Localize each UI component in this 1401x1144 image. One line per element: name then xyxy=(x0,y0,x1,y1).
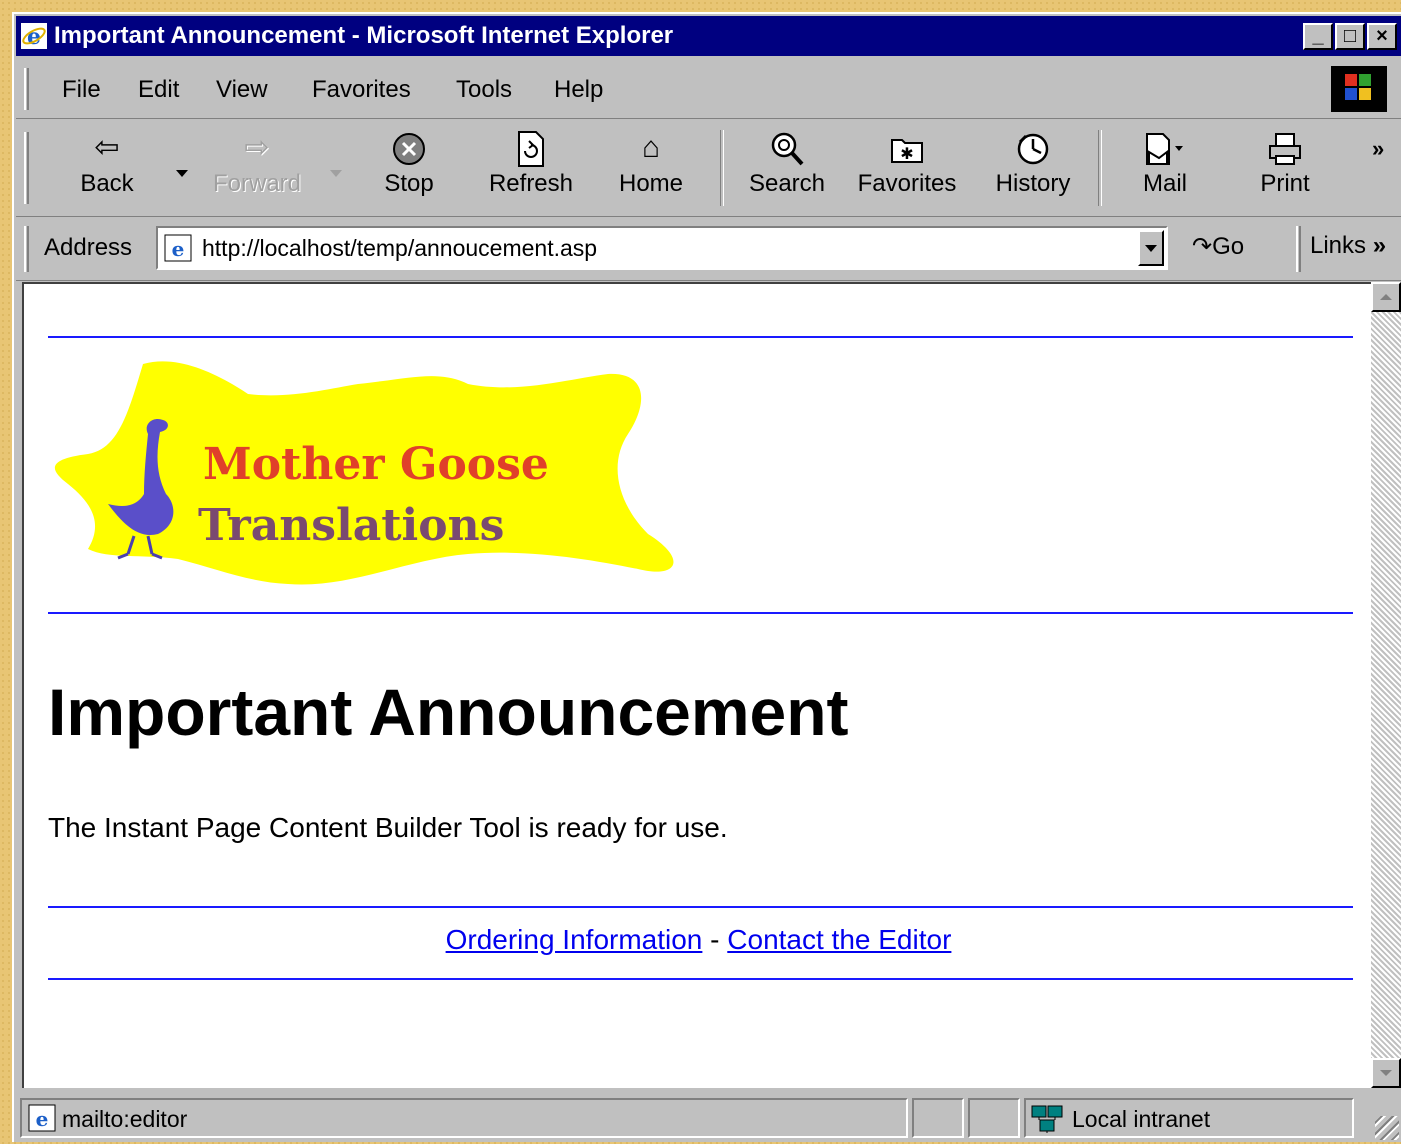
refresh-icon xyxy=(476,126,586,170)
standard-toolbar: ⇦ Back ⇨ Forward Stop Refresh ⌂ Home Sea… xyxy=(16,120,1401,217)
history-icon xyxy=(978,126,1088,170)
announcement-text: The Instant Page Content Builder Tool is… xyxy=(48,812,728,843)
scroll-down-button[interactable] xyxy=(1371,1058,1401,1088)
window-title: Important Announcement - Microsoft Inter… xyxy=(54,22,674,49)
toolbar-chevron-icon[interactable]: » xyxy=(1372,136,1384,162)
footer-links: Ordering Information - Contact the Edito… xyxy=(24,924,1371,956)
ie-logo-icon: e xyxy=(21,23,47,50)
menu-file[interactable]: File xyxy=(62,76,101,104)
stop-button[interactable]: Stop xyxy=(354,126,464,210)
address-dropdown-button[interactable] xyxy=(1138,230,1164,266)
vertical-scrollbar[interactable] xyxy=(1371,282,1401,1088)
address-input[interactable]: e http://localhost/temp/annoucement.asp xyxy=(156,226,1168,270)
links-chevron-icon: » xyxy=(1372,232,1387,259)
print-button[interactable]: Print xyxy=(1230,126,1340,210)
home-button[interactable]: ⌂ Home xyxy=(596,126,706,210)
address-grip[interactable] xyxy=(24,226,29,272)
home-icon: ⌂ xyxy=(641,131,661,164)
divider-footer-top xyxy=(48,906,1353,908)
svg-text:e: e xyxy=(172,237,185,261)
forward-dropdown-icon[interactable] xyxy=(330,170,342,177)
page-content[interactable]: Mother Goose Translations Important Anno… xyxy=(22,282,1371,1088)
menu-grip[interactable] xyxy=(24,68,29,110)
go-button[interactable]: ↷Go xyxy=(1192,232,1244,261)
toolbar-grip[interactable] xyxy=(24,132,29,204)
forward-arrow-icon: ⇨ xyxy=(244,131,270,164)
contact-editor-link[interactable]: Contact the Editor xyxy=(727,924,951,955)
status-zone-panel: Local intranet xyxy=(1024,1098,1354,1138)
stop-icon xyxy=(354,126,464,170)
refresh-button[interactable]: Refresh xyxy=(476,126,586,210)
page-status-icon: e xyxy=(28,1104,56,1132)
search-icon xyxy=(732,126,842,170)
zone-text: Local intranet xyxy=(1072,1106,1211,1132)
address-bar: Address e http://localhost/temp/annoucem… xyxy=(16,218,1401,281)
menu-favorites[interactable]: Favorites xyxy=(312,76,411,104)
status-panel-3 xyxy=(968,1098,1020,1138)
address-url: http://localhost/temp/annoucement.asp xyxy=(202,235,598,261)
toolbar-separator xyxy=(1098,130,1102,206)
minimize-button[interactable]: _ xyxy=(1303,23,1333,50)
status-bar: e mailto:editor Local intranet xyxy=(16,1092,1401,1144)
logo-line-1: Mother Goose xyxy=(203,439,549,490)
search-button[interactable]: Search xyxy=(732,126,842,210)
scroll-up-button[interactable] xyxy=(1371,282,1401,312)
mail-button[interactable]: Mail xyxy=(1110,126,1220,210)
svg-text:e: e xyxy=(36,1107,49,1131)
svg-text:✱: ✱ xyxy=(900,144,913,163)
links-button[interactable]: Links » xyxy=(1310,232,1386,260)
windows-logo-icon xyxy=(1331,66,1387,112)
forward-button[interactable]: ⇨ Forward xyxy=(202,126,312,210)
links-grip[interactable] xyxy=(1296,226,1301,272)
divider-footer-bottom xyxy=(48,978,1353,980)
title-bar[interactable]: e Important Announcement - Microsoft Int… xyxy=(16,16,1401,56)
back-dropdown-icon[interactable] xyxy=(176,170,188,177)
menu-view[interactable]: View xyxy=(216,76,268,104)
menu-edit[interactable]: Edit xyxy=(138,76,179,104)
favorites-button[interactable]: ✱ Favorites xyxy=(852,126,962,210)
arrow-up-icon xyxy=(1380,294,1392,300)
back-button[interactable]: ⇦ Back xyxy=(52,126,162,210)
menu-bar: File Edit View Favorites Tools Help xyxy=(16,58,1401,119)
address-label: Address xyxy=(44,234,133,261)
status-panel-2 xyxy=(912,1098,964,1138)
maximize-button[interactable]: □ xyxy=(1335,23,1365,50)
divider-top xyxy=(48,336,1353,338)
resize-grip-icon[interactable] xyxy=(1375,1116,1399,1140)
ordering-information-link[interactable]: Ordering Information xyxy=(446,924,703,955)
logo-line-2: Translations xyxy=(198,500,504,551)
arrow-down-icon xyxy=(1380,1070,1392,1076)
mail-icon xyxy=(1110,126,1220,170)
link-separator: - xyxy=(710,924,720,955)
local-intranet-icon xyxy=(1031,1105,1063,1133)
status-text: mailto:editor xyxy=(62,1106,188,1132)
menu-tools[interactable]: Tools xyxy=(456,76,512,104)
mother-goose-logo: Mother Goose Translations xyxy=(54,361,674,585)
page-heading: Important Announcement xyxy=(48,675,849,749)
divider-under-logo xyxy=(48,612,1353,614)
back-arrow-icon: ⇦ xyxy=(94,131,120,164)
favorites-folder-icon: ✱ xyxy=(852,126,962,170)
menu-help[interactable]: Help xyxy=(554,76,603,104)
toolbar-separator xyxy=(720,130,724,206)
close-button[interactable]: × xyxy=(1367,23,1397,50)
status-main-panel: e mailto:editor xyxy=(20,1098,908,1138)
history-button[interactable]: History xyxy=(978,126,1088,210)
page-icon: e xyxy=(164,234,192,262)
printer-icon xyxy=(1230,126,1340,170)
go-arrow-icon: ↷ xyxy=(1192,233,1213,260)
browser-window: e Important Announcement - Microsoft Int… xyxy=(12,12,1401,1142)
